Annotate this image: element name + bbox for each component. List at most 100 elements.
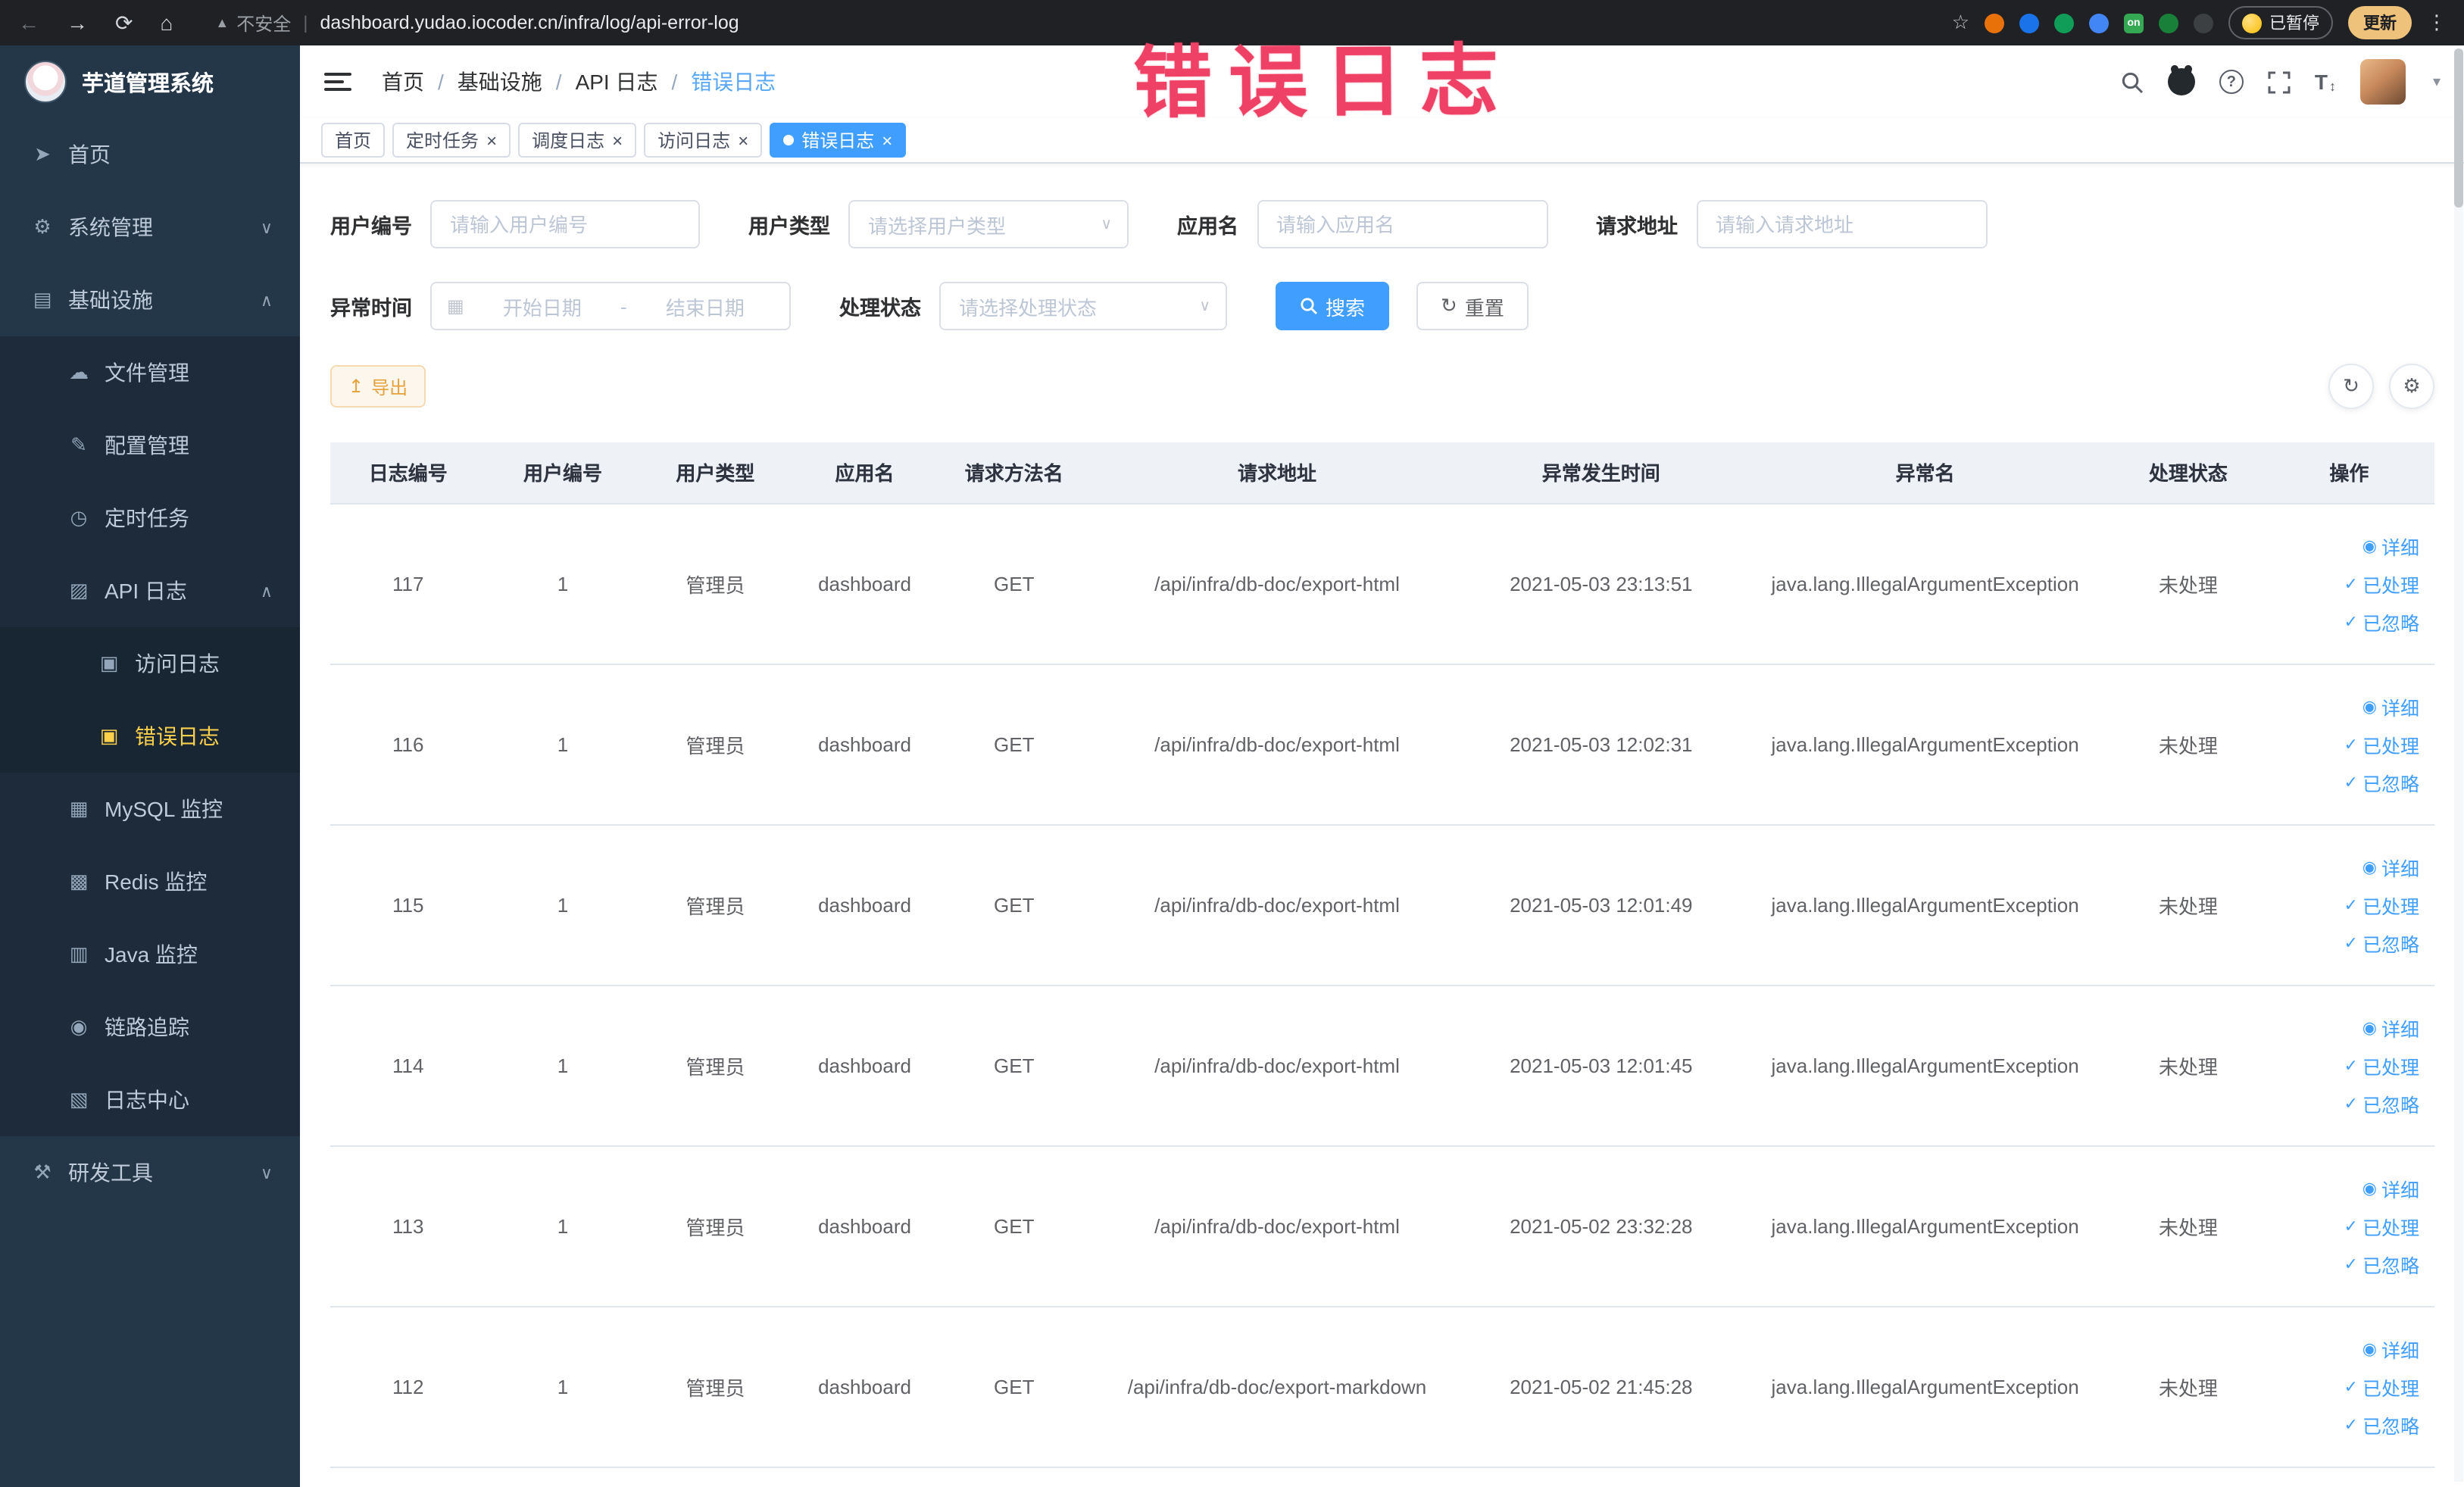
browser-chrome: ← → ⟳ ⌂ ▲ 不安全 | dashboard.yudao.iocoder.… — [0, 0, 2464, 45]
extension-icon[interactable]: on — [2124, 13, 2144, 33]
scrollbar-track — [2454, 48, 2463, 1482]
security-label: 不安全 — [236, 13, 292, 34]
home-icon[interactable]: ⌂ — [160, 11, 173, 35]
url-text[interactable]: dashboard.yudao.iocoder.cn/infra/log/api… — [320, 12, 739, 33]
github-icon[interactable] — [2167, 68, 2195, 95]
update-button[interactable]: 更新 — [2348, 6, 2412, 39]
user-id-input[interactable] — [430, 200, 700, 248]
filter-label: 用户编号 — [330, 215, 412, 238]
mark-ignored-link[interactable]: ✓ 已忽略 — [2270, 1245, 2419, 1282]
mark-processed-link[interactable]: ✓ 已处理 — [2270, 725, 2419, 763]
bookmark-star-icon[interactable]: ☆ — [1952, 11, 1969, 35]
mark-processed-link[interactable]: ✓ 已处理 — [2270, 1367, 2419, 1405]
close-icon[interactable]: × — [486, 131, 497, 149]
sidebar-item-infrastructure[interactable]: ▤ 基础设施 ∧ — [0, 264, 300, 336]
scrollbar-thumb[interactable] — [2454, 48, 2463, 208]
help-icon[interactable]: ? — [2219, 70, 2244, 94]
detail-link[interactable]: ◉ 详细 — [2270, 848, 2419, 886]
mark-ignored-link[interactable]: ✓ 已忽略 — [2270, 1405, 2419, 1443]
sidebar-item-file-mgmt[interactable]: ☁ 文件管理 — [0, 336, 300, 409]
sidebar-item-system-mgmt[interactable]: ⚙ 系统管理 ∨ — [0, 191, 300, 264]
detail-link[interactable]: ◉ 详细 — [2270, 687, 2419, 725]
browser-menu-icon[interactable]: ⋮ — [2427, 11, 2447, 35]
tab-error-log[interactable]: 错误日志 × — [770, 123, 907, 158]
extension-icon[interactable] — [2194, 13, 2213, 33]
sidebar-item-scheduled-jobs[interactable]: ◷ 定时任务 — [0, 482, 300, 555]
close-icon[interactable]: × — [738, 131, 748, 149]
mark-processed-link[interactable]: ✓ 已处理 — [2270, 564, 2419, 602]
mark-ignored-link[interactable]: ✓ 已忽略 — [2270, 1084, 2419, 1122]
sidebar-item-dev-tools[interactable]: ⚒ 研发工具 ∨ — [0, 1136, 300, 1209]
date-range-picker[interactable]: ▦ 开始日期 - 结束日期 — [430, 282, 791, 330]
breadcrumb-item[interactable]: 首页 — [382, 67, 424, 97]
sidebar-item-home[interactable]: ➤ 首页 — [0, 118, 300, 191]
reload-icon[interactable]: ⟳ — [115, 10, 133, 36]
fullscreen-icon[interactable] — [2268, 70, 2291, 93]
close-icon[interactable]: × — [882, 131, 892, 149]
search-icon[interactable] — [2121, 70, 2144, 93]
cloud-icon: ☁ — [69, 361, 89, 383]
export-button[interactable]: ↥ 导出 — [330, 365, 426, 408]
cell-actions: ◉ 详细 ✓ 已处理 ✓ 已忽略 — [2263, 1306, 2434, 1467]
forward-icon[interactable]: → — [67, 11, 88, 35]
back-icon[interactable]: ← — [18, 11, 39, 35]
mark-ignored-link[interactable]: ✓ 已忽略 — [2270, 923, 2419, 961]
detail-link[interactable]: ◉ 详细 — [2270, 1169, 2419, 1207]
detail-link[interactable]: ◉ 详细 — [2270, 1329, 2419, 1367]
mark-processed-link[interactable]: ✓ 已处理 — [2270, 1046, 2419, 1084]
request-url-input[interactable] — [1696, 200, 1987, 248]
action-label: 已处理 — [2362, 1057, 2419, 1078]
app-name-input[interactable] — [1257, 200, 1547, 248]
hamburger-icon[interactable] — [324, 73, 351, 91]
sidebar-item-redis-monitor[interactable]: ▩ Redis 监控 — [0, 845, 300, 918]
user-type-select[interactable]: 请选择用户类型 ∨ — [848, 200, 1129, 248]
filter-row: 用户编号 用户类型 请选择用户类型 ∨ 应用名 — [330, 200, 2434, 248]
tab-access-log[interactable]: 访问日志 × — [644, 123, 763, 158]
address-bar[interactable]: ▲ 不安全 | dashboard.yudao.iocoder.cn/infra… — [215, 10, 1951, 36]
font-size-icon[interactable]: T ↕ — [2315, 70, 2336, 94]
column-header: 用户类型 — [639, 442, 792, 504]
extension-icon[interactable] — [1985, 13, 2004, 33]
warning-icon: ▲ — [215, 15, 230, 30]
sidebar-item-tracing[interactable]: ◉ 链路追踪 — [0, 991, 300, 1064]
mark-processed-link[interactable]: ✓ 已处理 — [2270, 886, 2419, 923]
sidebar-item-mysql-monitor[interactable]: ▦ MySQL 监控 — [0, 773, 300, 845]
tab-dispatch-log[interactable]: 调度日志 × — [518, 123, 637, 158]
detail-link[interactable]: ◉ 详细 — [2270, 1008, 2419, 1046]
sidebar-item-error-log[interactable]: ▣ 错误日志 — [0, 700, 300, 773]
cell-user-type: 管理员 — [639, 503, 792, 664]
mark-ignored-link[interactable]: ✓ 已忽略 — [2270, 763, 2419, 801]
extension-icon[interactable] — [2159, 13, 2178, 33]
security-indicator[interactable]: ▲ 不安全 — [215, 10, 291, 36]
breadcrumb-item[interactable]: API 日志 — [576, 67, 658, 97]
chevron-down-icon[interactable]: ▾ — [2433, 73, 2441, 90]
sidebar-item-config-mgmt[interactable]: ✎ 配置管理 — [0, 409, 300, 482]
cell-app: dashboard — [791, 985, 938, 1146]
mark-processed-link[interactable]: ✓ 已处理 — [2270, 1207, 2419, 1245]
mark-ignored-link[interactable]: ✓ 已忽略 — [2270, 602, 2419, 640]
cell-method: GET — [938, 985, 1090, 1146]
sidebar-item-log-center[interactable]: ▧ 日志中心 — [0, 1064, 300, 1136]
sidebar-item-access-log[interactable]: ▣ 访问日志 — [0, 627, 300, 700]
close-icon[interactable]: × — [612, 131, 623, 149]
sidebar-menu: ➤ 首页 ⚙ 系统管理 ∨ ▤ 基础设施 ∧ ☁ 文件管理 ✎ 配置管理 ◷ 定… — [0, 118, 300, 1487]
tab-scheduled-jobs[interactable]: 定时任务 × — [392, 123, 511, 158]
process-status-select[interactable]: 请选择处理状态 ∨ — [939, 282, 1227, 330]
detail-link[interactable]: ◉ 详细 — [2270, 526, 2419, 564]
breadcrumb-item[interactable]: 基础设施 — [458, 67, 542, 97]
filter-process-status: 处理状态 请选择处理状态 ∨ — [839, 282, 1227, 330]
sidebar-item-api-logs[interactable]: ▨ API 日志 ∧ — [0, 555, 300, 627]
app-logo[interactable]: 芋道管理系统 — [0, 45, 300, 118]
extension-icon[interactable] — [2054, 13, 2074, 33]
column-settings-button[interactable]: ⚙ — [2389, 364, 2434, 409]
search-button[interactable]: 搜索 — [1276, 282, 1390, 330]
reset-button[interactable]: ↻ 重置 — [1416, 282, 1529, 330]
date-separator: - — [620, 295, 627, 317]
sidebar-item-java-monitor[interactable]: ▥ Java 监控 — [0, 918, 300, 991]
tab-home[interactable]: 首页 — [321, 123, 386, 158]
avatar[interactable] — [2359, 59, 2406, 105]
extension-icon[interactable] — [2089, 13, 2109, 33]
refresh-button[interactable]: ↻ — [2328, 364, 2374, 409]
profile-paused-badge[interactable]: 已暂停 — [2228, 6, 2333, 39]
extension-icon[interactable] — [2019, 13, 2039, 33]
